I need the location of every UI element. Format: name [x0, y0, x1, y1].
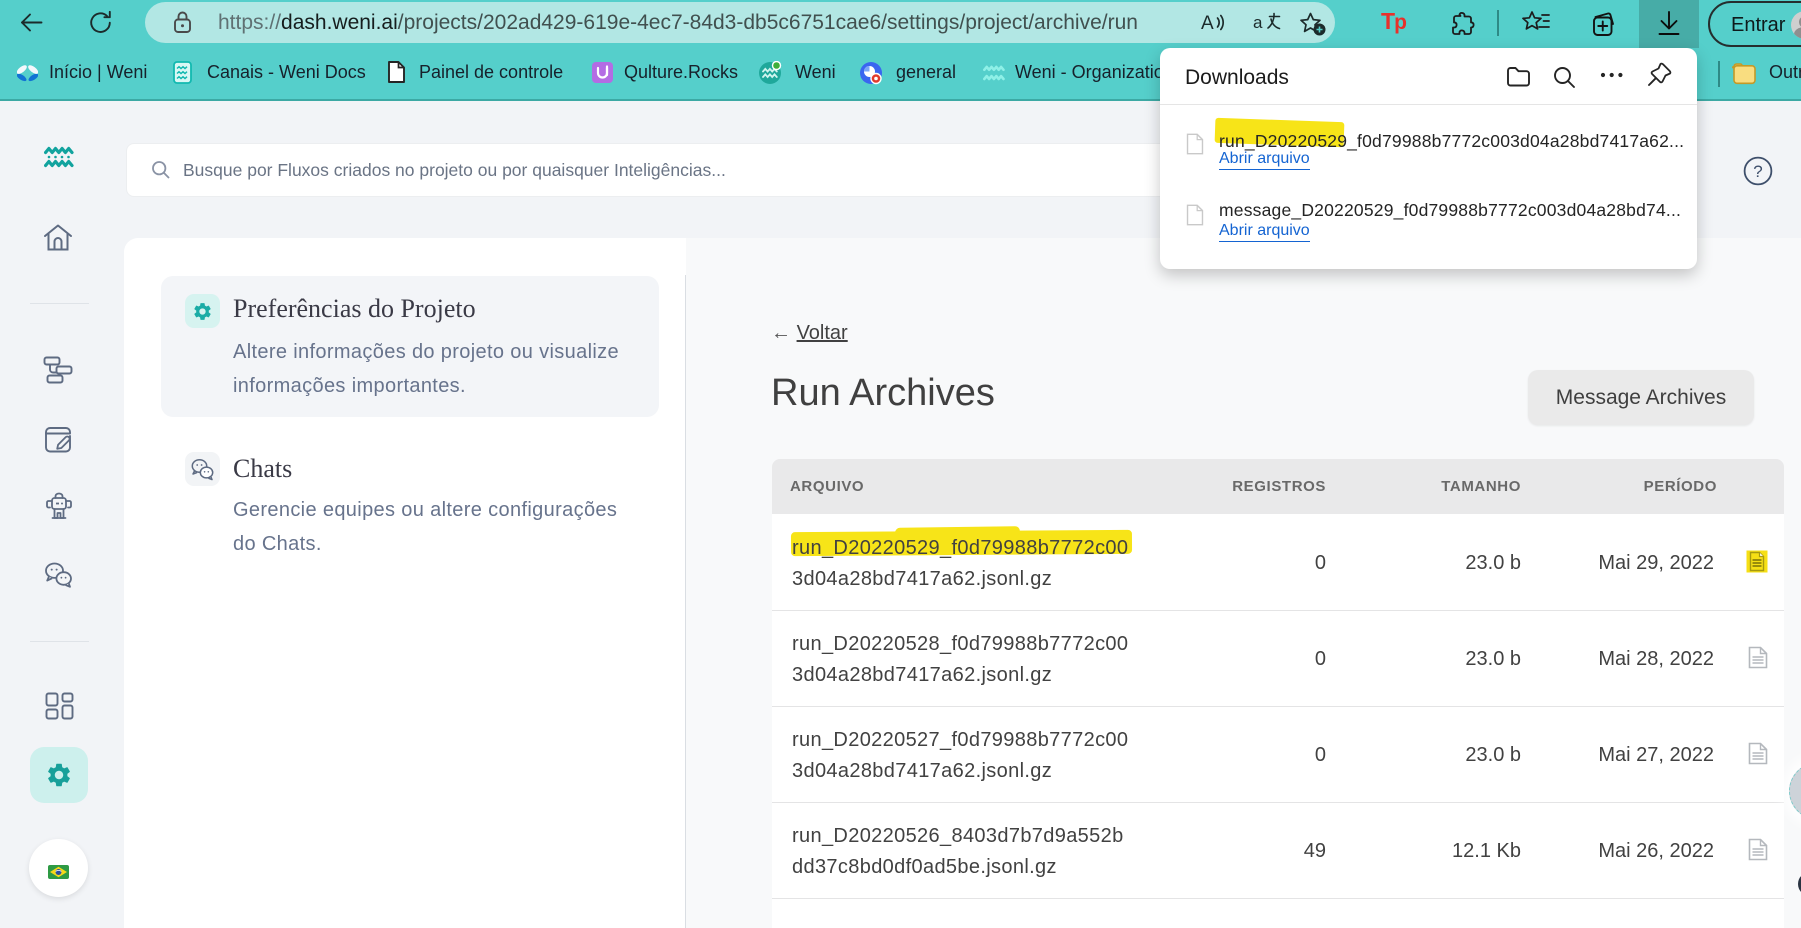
svg-text:A: A — [1201, 13, 1214, 34]
svg-text:?: ? — [1753, 162, 1762, 181]
svg-text:a: a — [1253, 13, 1263, 32]
